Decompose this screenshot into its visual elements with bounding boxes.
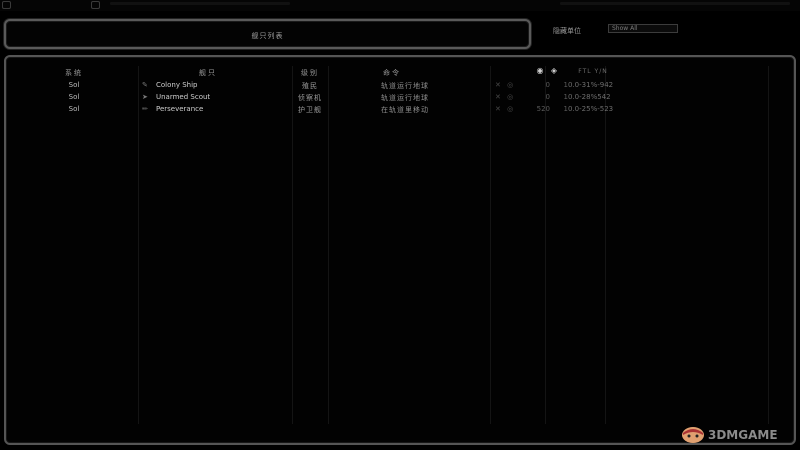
table-row[interactable]: Sol ✎ Colony Ship 殖民 轨道运行地球 ✕ ◎ 0 1 0.0-… (8, 79, 768, 90)
column-divider (328, 66, 329, 424)
col-header-order[interactable]: 命令 (372, 68, 412, 78)
row-fuel: 0 (545, 81, 550, 89)
row-actions-icon[interactable]: ✕ ◎ (495, 81, 515, 89)
damage-icon[interactable]: ◈ (550, 67, 558, 75)
row-actions-icon[interactable]: ✕ ◎ (495, 105, 515, 113)
col-header-class[interactable]: 级别 (290, 68, 330, 78)
row-actions-icon[interactable]: ✕ ◎ (495, 93, 515, 101)
filter-dropdown[interactable]: Show All (608, 24, 678, 33)
row-fuel: 520 (536, 105, 550, 113)
column-divider (605, 66, 606, 424)
col-header-ship[interactable]: 舰只 (188, 68, 228, 78)
column-divider (138, 66, 139, 424)
menu-icon[interactable] (2, 1, 11, 9)
row-system: Sol (68, 81, 80, 89)
scout-icon: ➤ (142, 93, 148, 101)
row-ship-name[interactable]: Colony Ship (156, 81, 197, 89)
row-damage: 1 (563, 81, 568, 89)
row-location: 0.0-31%-942 (568, 81, 614, 89)
page-title: 舰只列表 (251, 32, 284, 40)
watermark-text: 3DMGAME (708, 428, 778, 442)
row-class: 殖民 (302, 82, 318, 90)
column-divider (545, 66, 546, 424)
watermark-logo-icon (682, 427, 704, 443)
column-divider (292, 66, 293, 424)
table-row[interactable]: Sol ✏ Perseverance 护卫舰 在轨道里移动 ✕ ◎ 520 1 … (8, 103, 768, 114)
row-ship-name[interactable]: Unarmed Scout (156, 93, 210, 101)
row-location: 0.0-25%-523 (568, 105, 614, 113)
row-damage: 1 (563, 105, 568, 113)
row-fuel: 0 (545, 93, 550, 101)
title-panel: 舰只列表 (4, 19, 531, 49)
row-location: 0.0-28%542 (568, 93, 611, 101)
row-order: 轨道运行地球 (381, 82, 429, 90)
toolbar-strip (110, 2, 290, 5)
col-header-system[interactable]: 系统 (58, 68, 90, 78)
table-row[interactable]: Sol ➤ Unarmed Scout 侦察机 轨道运行地球 ✕ ◎ 0 1 0… (8, 91, 768, 102)
toolbar-strip-right (560, 2, 790, 5)
col-header-location[interactable]: FTL Y/N (576, 68, 610, 75)
row-system: Sol (68, 93, 80, 101)
top-toolbar (0, 0, 800, 11)
row-system: Sol (68, 105, 80, 113)
row-order: 轨道运行地球 (381, 94, 429, 102)
row-damage: 1 (563, 93, 568, 101)
filter-label: 隐藏单位 (553, 27, 581, 35)
watermark: 3DMGAME (680, 422, 796, 444)
row-class: 护卫舰 (298, 106, 322, 114)
fuel-icon[interactable]: ◉ (536, 67, 544, 75)
column-divider (490, 66, 491, 424)
wrench-icon: ✎ (142, 81, 148, 89)
row-order: 在轨道里移动 (381, 106, 429, 114)
column-divider (768, 66, 769, 424)
row-ship-name[interactable]: Perseverance (156, 105, 203, 113)
pencil-icon: ✏ (142, 105, 148, 113)
toolbar-icon[interactable] (91, 1, 100, 9)
row-class: 侦察机 (298, 94, 322, 102)
